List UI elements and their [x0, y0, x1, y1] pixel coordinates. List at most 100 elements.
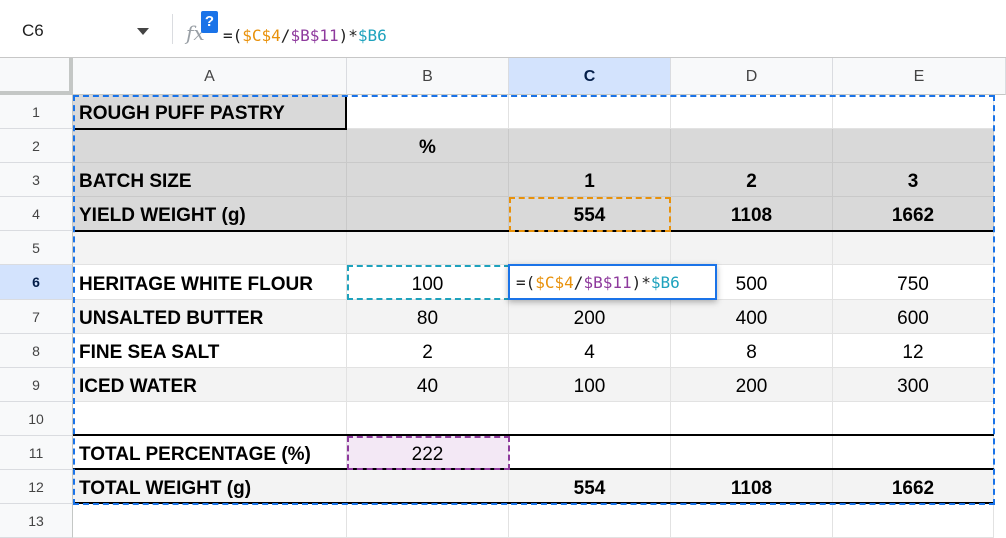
- column-header-d[interactable]: D: [671, 58, 833, 95]
- cell-c10[interactable]: [509, 402, 671, 436]
- name-box[interactable]: C6: [0, 12, 165, 46]
- cell-a11-text: TOTAL PERCENTAGE (%): [79, 444, 311, 465]
- row-header-2[interactable]: 2: [0, 129, 73, 163]
- cell-c11[interactable]: [509, 436, 671, 470]
- cell-e6[interactable]: 750: [833, 265, 994, 300]
- cell-b10[interactable]: [347, 402, 509, 436]
- row-header-13[interactable]: 13: [0, 504, 73, 538]
- row-header-8[interactable]: 8: [0, 334, 73, 368]
- cell-a5[interactable]: [73, 231, 347, 265]
- row-header-7[interactable]: 7: [0, 300, 73, 334]
- cell-d13[interactable]: [671, 504, 833, 538]
- cell-b8-text: 2: [422, 342, 433, 363]
- cell-e2[interactable]: [833, 129, 994, 163]
- cell-a13[interactable]: [73, 504, 347, 538]
- row-header-1[interactable]: 1: [0, 95, 73, 129]
- cell-b13[interactable]: [347, 504, 509, 538]
- cell-b6[interactable]: 100: [347, 265, 509, 300]
- cell-b8[interactable]: 2: [347, 334, 509, 368]
- cell-b4[interactable]: [347, 197, 509, 231]
- name-box-value: C6: [22, 21, 44, 40]
- cell-a9[interactable]: ICED WATER: [73, 368, 347, 402]
- row-header-3[interactable]: 3: [0, 163, 73, 197]
- cell-d1[interactable]: [671, 95, 833, 129]
- cell-a3-text: BATCH SIZE: [79, 171, 192, 192]
- cell-a6[interactable]: HERITAGE WHITE FLOUR: [73, 265, 347, 300]
- cell-a8[interactable]: FINE SEA SALT: [73, 334, 347, 368]
- column-header-e[interactable]: E: [833, 58, 1006, 95]
- cell-c2[interactable]: [509, 129, 671, 163]
- row-header-6[interactable]: 6: [0, 265, 73, 300]
- cell-a2[interactable]: [73, 129, 347, 163]
- cell-e3[interactable]: 3: [833, 163, 994, 197]
- select-all-corner[interactable]: [0, 58, 73, 95]
- cell-b7[interactable]: 80: [347, 300, 509, 334]
- cell-b1[interactable]: [347, 95, 509, 129]
- cell-b3[interactable]: [347, 163, 509, 197]
- cell-c12[interactable]: 554: [509, 470, 671, 504]
- cell-a4[interactable]: YIELD WEIGHT (g): [73, 197, 347, 231]
- cell-c9[interactable]: 100: [509, 368, 671, 402]
- row-header-11[interactable]: 11: [0, 436, 73, 470]
- cell-e5[interactable]: [833, 231, 994, 265]
- column-header-b[interactable]: B: [347, 58, 509, 95]
- cell-d4[interactable]: 1108: [671, 197, 833, 231]
- row-header-9[interactable]: 9: [0, 368, 73, 402]
- formula-input[interactable]: =($C$4/$B$11)*$B6: [223, 26, 387, 45]
- cell-a1[interactable]: ROUGH PUFF PASTRY: [73, 95, 347, 129]
- cell-c3[interactable]: 1: [509, 163, 671, 197]
- border-line: [73, 502, 994, 504]
- cell-e3-text: 3: [907, 171, 919, 192]
- cell-b2[interactable]: %: [347, 129, 509, 163]
- cell-b5[interactable]: [347, 231, 509, 265]
- cell-e4[interactable]: 1662: [833, 197, 994, 231]
- help-icon[interactable]: ?: [201, 11, 218, 33]
- cell-a10[interactable]: [73, 402, 347, 436]
- formula-ref-c4: $C$4: [242, 26, 281, 45]
- row-header-5[interactable]: 5: [0, 231, 73, 265]
- cell-d11[interactable]: [671, 436, 833, 470]
- cell-c9-text: 100: [573, 376, 606, 397]
- cell-b2-text: %: [419, 137, 436, 158]
- cell-e7-text: 600: [897, 308, 929, 329]
- cell-c1[interactable]: [509, 95, 671, 129]
- cell-b11-text: 222: [411, 444, 444, 465]
- cell-e1[interactable]: [833, 95, 994, 129]
- cell-e9[interactable]: 300: [833, 368, 994, 402]
- row-header-10[interactable]: 10: [0, 402, 73, 436]
- cell-d5[interactable]: [671, 231, 833, 265]
- cell-d7[interactable]: 400: [671, 300, 833, 334]
- column-header-a[interactable]: A: [73, 58, 347, 95]
- cell-e7[interactable]: 600: [833, 300, 994, 334]
- cell-c5[interactable]: [509, 231, 671, 265]
- cell-e12[interactable]: 1662: [833, 470, 994, 504]
- cell-b11[interactable]: 222: [347, 436, 509, 470]
- cell-e8[interactable]: 12: [833, 334, 994, 368]
- cell-c13[interactable]: [509, 504, 671, 538]
- cell-c7[interactable]: 200: [509, 300, 671, 334]
- cell-d9[interactable]: 200: [671, 368, 833, 402]
- cell-e13[interactable]: [833, 504, 994, 538]
- cell-c8[interactable]: 4: [509, 334, 671, 368]
- chevron-down-icon[interactable]: [137, 28, 149, 35]
- formula-bar: C6 fx ? =($C$4/$B$11)*$B6: [0, 0, 1006, 58]
- cell-c4[interactable]: 554: [509, 197, 671, 231]
- cell-e10[interactable]: [833, 402, 994, 436]
- cell-b12[interactable]: [347, 470, 509, 504]
- cell-d8[interactable]: 8: [671, 334, 833, 368]
- cell-d3[interactable]: 2: [671, 163, 833, 197]
- cell-a3[interactable]: BATCH SIZE: [73, 163, 347, 197]
- cell-a7[interactable]: UNSALTED BUTTER: [73, 300, 347, 334]
- cell-e11[interactable]: [833, 436, 994, 470]
- cell-a11[interactable]: TOTAL PERCENTAGE (%): [73, 436, 347, 470]
- cell-editor[interactable]: =($C$4/$B$11)*$B6: [508, 264, 717, 300]
- cell-b9[interactable]: 40: [347, 368, 509, 402]
- cell-d2[interactable]: [671, 129, 833, 163]
- formula-part: )*: [338, 26, 358, 45]
- column-header-c[interactable]: C: [509, 58, 671, 95]
- cell-a12[interactable]: TOTAL WEIGHT (g): [73, 470, 347, 504]
- row-header-12[interactable]: 12: [0, 470, 73, 504]
- cell-d10[interactable]: [671, 402, 833, 436]
- row-header-4[interactable]: 4: [0, 197, 73, 231]
- cell-d12[interactable]: 1108: [671, 470, 833, 504]
